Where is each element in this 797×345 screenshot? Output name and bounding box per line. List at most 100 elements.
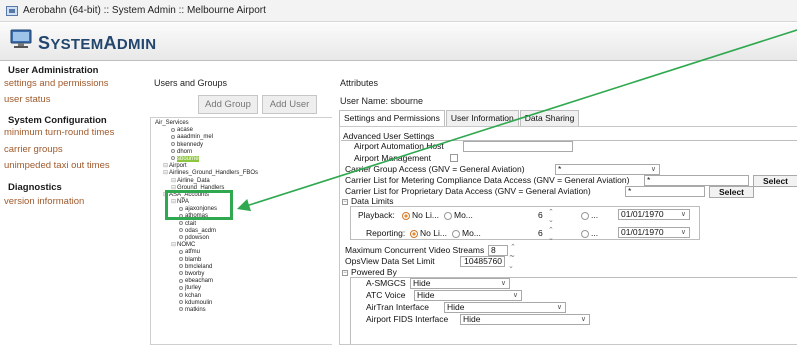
carrier-group-label: Carrier Group Access (GNV = General Avia… <box>345 164 525 174</box>
opsview-label: OpsView Data Set Limit <box>345 256 435 266</box>
user-icon <box>171 134 175 139</box>
nav-link-settings-permissions[interactable]: settings and permissions <box>4 78 109 89</box>
reporting-no-limit-radio[interactable]: No Li... <box>410 228 447 238</box>
tab-user-information[interactable]: User Information <box>445 110 519 126</box>
fids-select[interactable]: Hide ∨ <box>460 314 590 325</box>
reporting-date-select[interactable]: 01/01/1970 ∨ <box>618 227 690 238</box>
user-icon <box>171 149 175 154</box>
max-streams-input[interactable]: 8 <box>488 245 508 256</box>
atc-voice-select[interactable]: Hide ∨ <box>414 290 522 301</box>
highlight-box <box>165 190 233 220</box>
nav-link-carrier-groups[interactable]: carrier groups <box>4 144 63 155</box>
reporting-date-radio[interactable]: ... <box>581 228 598 238</box>
tree-user-item[interactable]: kdumoulin <box>151 300 332 307</box>
tree-item-label: Airline_Data <box>177 177 210 184</box>
user-icon <box>179 221 183 226</box>
atc-voice-label: ATC Voice <box>366 290 406 300</box>
tree-user-item[interactable]: matkins <box>151 307 332 314</box>
nav-link-user-status[interactable]: user status <box>4 94 50 105</box>
tree-item-label: acase <box>177 127 194 134</box>
fids-label: Airport FIDS Interface <box>366 314 449 324</box>
tree-item-label: bworby <box>185 270 205 277</box>
brand-logo: SYSTEMADMIN <box>38 33 157 53</box>
chevron-down-icon: ∨ <box>580 316 586 323</box>
metering-label: Carrier List for Metering Compliance Dat… <box>345 175 630 185</box>
asmgcs-select[interactable]: Hide ∨ <box>410 278 510 289</box>
playback-date-radio[interactable]: ... <box>581 210 598 220</box>
nav-link-version-info[interactable]: version information <box>4 196 84 207</box>
tree-item-label: ctait <box>185 220 197 227</box>
tree-group-item[interactable]: ⊟Airlines_Ground_Handlers_FBOs <box>151 170 332 177</box>
nav-link-unimpeded-taxi[interactable]: unimpeded taxi out times <box>4 160 110 171</box>
tree-user-item[interactable]: ebeacham <box>151 278 332 285</box>
opsview-input[interactable]: 10485760 <box>460 256 505 267</box>
tree-group-item[interactable]: Air_Services <box>151 120 332 127</box>
tab-data-sharing[interactable]: Data Sharing <box>519 110 580 126</box>
nav-heading-diagnostics: Diagnostics <box>8 182 62 193</box>
nav-link-min-turn-round[interactable]: minimum turn-round times <box>4 127 114 138</box>
radio-icon <box>444 211 452 220</box>
tree-item-label: odas_acdm <box>185 227 217 234</box>
tree-user-item[interactable]: odas_acdm <box>151 228 332 235</box>
tree-group-item[interactable]: ⊟NOMC <box>151 242 332 249</box>
reporting-months-value[interactable]: 6 <box>538 228 543 238</box>
tree-user-item[interactable]: ctait <box>151 221 332 228</box>
collapse-icon[interactable]: − <box>342 199 348 205</box>
tree-user-item[interactable]: pdowson <box>151 235 332 242</box>
user-icon <box>179 271 183 276</box>
tree-item-label: atfmu <box>185 249 201 256</box>
airtran-select[interactable]: Hide ∨ <box>444 302 566 313</box>
mgmt-checkbox[interactable] <box>450 154 458 162</box>
tree-user-item[interactable]: bmcleland <box>151 264 332 271</box>
metering-input[interactable]: * <box>644 175 749 186</box>
nav-heading-system-config: System Configuration <box>8 115 107 126</box>
user-icon <box>179 278 183 283</box>
monitor-icon <box>10 29 32 48</box>
proprietary-select-button[interactable]: Select <box>709 186 754 198</box>
tree-user-item[interactable]: acase <box>151 127 332 134</box>
metering-select-button[interactable]: Select <box>753 175 797 187</box>
radio-selected-icon <box>410 229 418 238</box>
tab-settings-permissions[interactable]: Settings and Permissions <box>339 110 445 126</box>
collapse-icon[interactable]: − <box>342 270 348 276</box>
spinner-icon[interactable]: ⌃ ⌄ <box>548 208 554 224</box>
tree-user-item[interactable]: bkennedy <box>151 142 332 149</box>
tree-user-item[interactable]: dhorn <box>151 149 332 156</box>
radio-icon <box>581 229 589 238</box>
tree-item-label: matkins <box>185 306 206 313</box>
tree-user-item[interactable]: sbourne <box>151 155 332 163</box>
title-bar: Aerobahn (64-bit) :: System Admin :: Mel… <box>0 0 797 22</box>
chevron-down-icon: ∨ <box>500 280 506 287</box>
tree-user-item[interactable]: blamb <box>151 257 332 264</box>
tree-item-label: bmcleland <box>185 263 213 270</box>
host-input[interactable] <box>463 141 573 152</box>
spinner-icon[interactable]: ⌃ ⌄ <box>508 254 514 270</box>
reporting-label: Reporting: <box>366 228 406 238</box>
mgmt-label: Airport Management <box>354 153 432 163</box>
tree-user-item[interactable]: atfmu <box>151 249 332 256</box>
tree-user-item[interactable]: jturley <box>151 285 332 292</box>
tree-item-label: jturley <box>185 285 202 292</box>
proprietary-input[interactable]: * <box>625 186 705 197</box>
users-groups-tree[interactable]: Air_Services acase aaadmin_mel bkennedy dhor… <box>150 117 332 345</box>
tree-item-label: bkennedy <box>177 141 204 148</box>
data-limits-heading: Data Limits <box>351 196 394 206</box>
add-user-button[interactable]: Add User <box>262 95 317 114</box>
chevron-down-icon: ∨ <box>650 166 656 173</box>
tree-group-item[interactable]: ⊟Airport <box>151 163 332 170</box>
tree-group-item[interactable]: ⊟Airline_Data <box>151 178 332 185</box>
playback-date-select[interactable]: 01/01/1970 ∨ <box>618 209 690 220</box>
reporting-months-radio[interactable]: Mo... <box>452 228 481 238</box>
playback-no-limit-radio[interactable]: No Li... <box>402 210 439 220</box>
host-label: Airport Automation Host <box>354 141 444 151</box>
tree-user-item[interactable]: bworby <box>151 271 332 278</box>
spinner-icon[interactable]: ⌃ ⌄ <box>548 226 554 242</box>
tree-user-item[interactable]: kchan <box>151 293 332 300</box>
carrier-group-select[interactable]: * ∨ <box>555 164 660 175</box>
playback-months-radio[interactable]: Mo... <box>444 210 473 220</box>
user-icon <box>179 235 183 240</box>
add-group-button[interactable]: Add Group <box>198 95 258 114</box>
playback-months-value[interactable]: 6 <box>538 210 543 220</box>
tree-item-label: pdowson <box>185 235 210 241</box>
tree-user-item[interactable]: aaadmin_mel <box>151 134 332 141</box>
